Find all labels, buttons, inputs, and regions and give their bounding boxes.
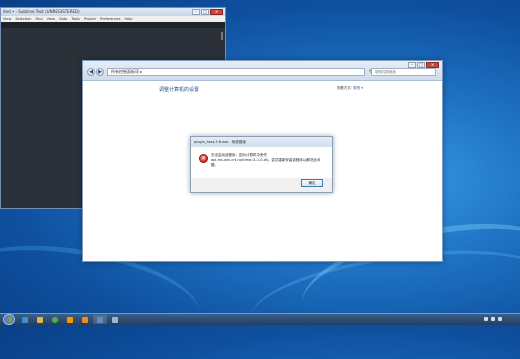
folder-icon: [37, 316, 43, 323]
ie-icon: [22, 316, 28, 323]
dialog-body: ✕ 无法启动此程序，因为计算机中丢失 api-ms-win-crt-runtim…: [191, 147, 332, 178]
address-bar[interactable]: 所有控制面板项 ▸: [107, 68, 365, 76]
message-line: 题。: [211, 163, 218, 167]
start-button[interactable]: [3, 314, 15, 325]
dialog-message: 无法启动此程序，因为计算机中丢失 api-ms-win-crt-runtime-…: [211, 153, 329, 168]
forward-button[interactable]: ▶: [96, 68, 104, 76]
maximize-button[interactable]: □: [417, 62, 425, 68]
taskbar-sublime[interactable]: [63, 315, 77, 324]
volume-icon[interactable]: [491, 317, 495, 321]
taskbar-chrome[interactable]: [48, 315, 62, 324]
taskbar-window[interactable]: [108, 315, 122, 324]
control-panel-icon: [97, 316, 103, 323]
sublime-tabstrip: [1, 22, 225, 28]
taskbar-control-panel[interactable]: [93, 315, 107, 324]
view-by: 查看方式: 类别 ▾: [337, 86, 363, 91]
mouse-cursor: [343, 134, 346, 140]
taskbar-media[interactable]: [78, 315, 92, 324]
taskbar-explorer[interactable]: [33, 315, 47, 324]
sublime-icon: [67, 316, 73, 323]
sublime-title: ited • - Sublime Text (UNREGISTERED): [3, 9, 80, 14]
scrollbar[interactable]: [221, 32, 223, 40]
window-icon: [112, 316, 118, 323]
control-panel-titlebar[interactable]: ◀ ▶ 所有控制面板项 ▸ ↻ 搜索控制面板 – □ ✕: [83, 61, 442, 81]
maximize-button[interactable]: □: [201, 9, 209, 15]
dialog-title: plugin_host-3.8.exe - 系统错误: [191, 137, 332, 147]
minimize-button[interactable]: –: [192, 9, 200, 15]
error-dialog[interactable]: plugin_host-3.8.exe - 系统错误 ✕ 无法启动此程序，因为计…: [190, 136, 333, 193]
chrome-icon: [52, 316, 58, 323]
taskbar: [0, 313, 520, 325]
network-icon[interactable]: [484, 317, 488, 321]
flag-icon[interactable]: [498, 317, 502, 321]
error-icon: ✕: [199, 154, 208, 163]
view-by-label: 查看方式:: [336, 86, 352, 90]
back-button[interactable]: ◀: [87, 68, 95, 76]
taskbar-ie[interactable]: [18, 315, 32, 324]
ok-button[interactable]: 确定: [301, 179, 323, 187]
message-line: api-ms-win-crt-runtime-l1-1-0.dll。尝试重新安装…: [211, 158, 321, 162]
page-title: 调整计算机的设置: [159, 87, 200, 93]
sublime-titlebar[interactable]: ited • - Sublime Text (UNREGISTERED) – □…: [1, 8, 225, 16]
close-button[interactable]: ✕: [210, 9, 223, 15]
view-by-dropdown[interactable]: 类别 ▾: [353, 86, 363, 90]
media-icon: [82, 316, 88, 323]
system-tray: [484, 317, 502, 321]
minimize-button[interactable]: –: [408, 62, 416, 68]
windows-logo-icon: [7, 318, 11, 322]
close-button[interactable]: ✕: [426, 62, 439, 68]
search-input[interactable]: 搜索控制面板: [371, 68, 436, 76]
